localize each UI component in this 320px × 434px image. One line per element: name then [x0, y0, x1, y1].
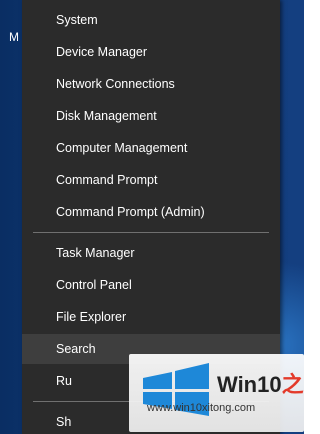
watermark-url: www.win10xitong.com	[147, 402, 256, 414]
watermark-title: Win10之家	[217, 367, 304, 399]
menu-item-control-panel[interactable]: Control Panel	[22, 270, 280, 300]
menu-item-computer-management[interactable]: Computer Management	[22, 133, 280, 163]
menu-item-system[interactable]: System	[22, 5, 280, 35]
menu-item-task-manager[interactable]: Task Manager	[22, 238, 280, 268]
watermark-title-main: Win10	[217, 372, 282, 397]
watermark-badge: Win10之家 www.win10xitong.com	[129, 354, 304, 432]
desktop: M e System Device Manager Network Connec…	[0, 0, 304, 434]
menu-item-device-manager[interactable]: Device Manager	[22, 37, 280, 67]
watermark-title-accent: 之家	[281, 372, 304, 397]
menu-item-command-prompt-admin[interactable]: Command Prompt (Admin)	[22, 197, 280, 227]
menu-item-file-explorer[interactable]: File Explorer	[22, 302, 280, 332]
desktop-icon-label-partial: M	[9, 30, 19, 44]
menu-item-network-connections[interactable]: Network Connections	[22, 69, 280, 99]
menu-item-command-prompt[interactable]: Command Prompt	[22, 165, 280, 195]
menu-item-disk-management[interactable]: Disk Management	[22, 101, 280, 131]
menu-separator	[33, 232, 269, 233]
